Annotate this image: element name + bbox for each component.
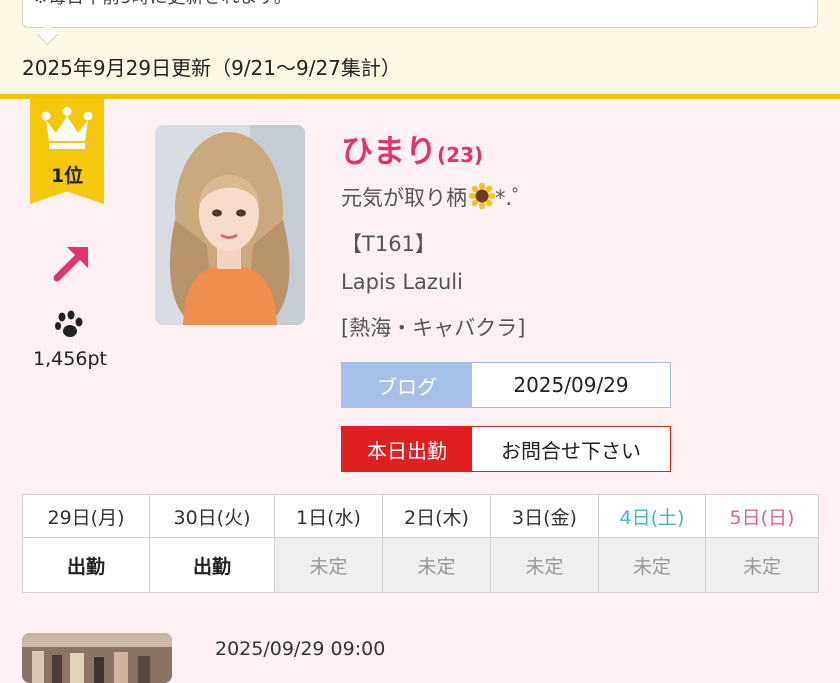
profile-catchphrase: 元気が取り柄 *.゜ — [341, 182, 533, 212]
blog-label: ブログ — [342, 363, 472, 407]
today-attendance-value: お問合せ下さい — [501, 438, 641, 463]
profile-area: [熱海・キャバクラ] — [341, 316, 526, 340]
update-notice-text: ※毎日午前9時に更新されます。 — [33, 0, 292, 8]
rank-ribbon: 1位 — [30, 99, 104, 204]
blog-link[interactable]: ブログ 2025/09/29 — [341, 362, 671, 408]
ranking-header-band: ※毎日午前9時に更新されます。 2025年9月29日更新（9/21～9/27集計… — [0, 0, 840, 94]
schedule-day: 30日(火) — [149, 494, 275, 538]
schedule-status-row: 出勤 出勤 未定 未定 未定 未定 未定 — [22, 537, 819, 593]
points-value: 1,456pt — [33, 348, 107, 370]
schedule-day: 1日(水) — [274, 494, 383, 538]
profile-name-row: ひまり(23) — [341, 126, 483, 172]
schedule-status: 未定 — [705, 537, 819, 593]
gold-divider — [0, 94, 840, 99]
schedule-status: 未定 — [274, 537, 383, 593]
paw-icon — [55, 310, 83, 337]
today-attendance[interactable]: 本日出勤 お問合せ下さい — [341, 426, 671, 472]
schedule-status: 出勤 — [22, 537, 150, 593]
profile-photo[interactable] — [155, 125, 305, 325]
schedule-day-sunday: 5日(日) — [705, 494, 819, 538]
catchphrase-text: 元気が取り柄 — [341, 186, 467, 210]
update-notice: ※毎日午前9時に更新されます。 — [22, 0, 818, 28]
schedule-day-saturday: 4日(土) — [598, 494, 706, 538]
schedule-day: 2日(木) — [382, 494, 491, 538]
schedule-days-row: 29日(月) 30日(火) 1日(水) 2日(木) 3日(金) 4日(土) 5日… — [22, 494, 819, 538]
profile-height: 【T161】 — [341, 232, 436, 256]
sunflower-icon — [469, 183, 495, 209]
today-attendance-label: 本日出勤 — [342, 427, 472, 471]
schedule-status: 出勤 — [149, 537, 275, 593]
profile-shop[interactable]: Lapis Lazuli — [341, 270, 463, 294]
profile-age: (23) — [437, 143, 484, 167]
blog-date: 2025/09/29 — [513, 373, 629, 397]
crown-icon — [41, 107, 93, 149]
schedule-status: 未定 — [598, 537, 706, 593]
post-date: 2025/09/29 09:00 — [215, 638, 386, 660]
schedule-day: 29日(月) — [22, 494, 150, 538]
updated-date: 2025年9月29日更新（9/21～9/27集計） — [22, 56, 401, 80]
schedule-status: 未定 — [490, 537, 599, 593]
schedule-day: 3日(金) — [490, 494, 599, 538]
schedule-status: 未定 — [382, 537, 491, 593]
trend-up-arrow-icon — [53, 247, 88, 282]
post-thumbnail[interactable] — [22, 633, 172, 683]
catchphrase-suffix: *.゜ — [495, 186, 534, 210]
profile-name[interactable]: ひまり — [341, 132, 437, 170]
rank-label: 1位 — [50, 165, 84, 187]
weekly-schedule: 29日(月) 30日(火) 1日(水) 2日(木) 3日(金) 4日(土) 5日… — [22, 494, 819, 593]
